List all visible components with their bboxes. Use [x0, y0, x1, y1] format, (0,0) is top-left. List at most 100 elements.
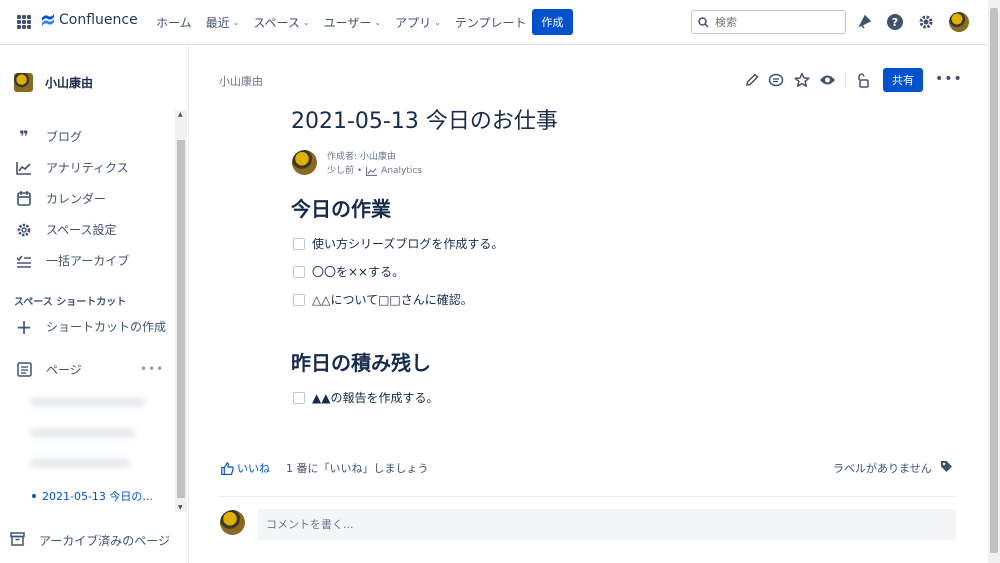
archived-pages-link[interactable]: アーカイブ済みのページ	[10, 532, 170, 549]
time-line: 少し前 •	[327, 166, 363, 176]
comments-divider	[219, 496, 956, 497]
sidebar-item-analytics[interactable]: アナリティクス	[16, 159, 129, 176]
nav-templates-label: テンプレート	[454, 16, 527, 30]
create-button[interactable]: 作成	[532, 9, 573, 35]
pages-icon	[16, 362, 32, 378]
author-avatar[interactable]	[292, 150, 317, 175]
confluence-logo[interactable]: Confluence	[41, 12, 138, 28]
add-shortcut-label: ショートカットの作成	[46, 320, 167, 334]
task-item: ▲▲の報告を作成する。	[293, 389, 438, 406]
section-heading: 今日の作業	[291, 197, 391, 221]
nav-users[interactable]: ユーザー ⌄	[324, 14, 381, 31]
page-scrollbar[interactable]	[988, 0, 1000, 563]
share-button[interactable]: 共有	[883, 68, 923, 92]
sidebar-item-label: カレンダー	[46, 192, 107, 206]
plus-icon: +	[15, 314, 33, 339]
more-actions-icon[interactable]: •••	[935, 71, 963, 87]
nav-users-label: ユーザー	[323, 16, 372, 30]
scroll-down-icon[interactable]: ▼	[178, 504, 183, 511]
search-input[interactable]	[715, 15, 835, 29]
sidebar-item-space-settings[interactable]: スペース設定	[16, 221, 117, 238]
restrictions-lock-icon[interactable]	[853, 71, 871, 89]
toolbar-divider	[845, 73, 846, 87]
nav-home-label: ホーム	[156, 16, 192, 30]
star-icon[interactable]	[793, 71, 811, 89]
sidebar-item-label: アナリティクス	[46, 161, 129, 175]
task-checkbox[interactable]	[293, 265, 305, 278]
thumbs-up-icon	[221, 461, 234, 475]
breadcrumb[interactable]: 小山康由	[219, 73, 263, 89]
task-text: ▲▲の報告を作成する。	[312, 391, 439, 405]
nav-apps[interactable]: アプリ ⌄	[395, 14, 441, 31]
top-navigation-bar: Confluence ホーム 最近 ⌄ スペース ⌄ ユーザー ⌄ アプリ ⌄ テンプレ…	[0, 0, 988, 45]
sidebar-item-bulk-archive[interactable]: 一括アーカイブ	[16, 252, 129, 269]
section-heading: 昨日の積み残し	[291, 351, 431, 375]
analytics-icon	[366, 166, 378, 176]
main-nav: ホーム 最近 ⌄ スペース ⌄ ユーザー ⌄ アプリ ⌄ テンプレート	[156, 14, 526, 31]
like-row: いいね 1 番に「いいね」しましょう	[221, 460, 429, 476]
chevron-down-icon: ⌄	[302, 18, 310, 27]
nav-spaces-label: スペース	[253, 16, 300, 30]
scroll-up-icon[interactable]: ▲	[178, 111, 183, 118]
pages-more-icon[interactable]: •••	[140, 362, 164, 376]
task-checkbox[interactable]	[293, 293, 305, 306]
gear-icon	[16, 222, 32, 238]
pages-label: ページ	[46, 363, 82, 377]
nav-spaces[interactable]: スペース ⌄	[253, 14, 309, 31]
blurred-page-item[interactable]	[30, 398, 145, 406]
blurred-page-item[interactable]	[30, 429, 135, 437]
task-text: 〇〇を××する。	[312, 265, 405, 279]
bullet-icon	[32, 494, 36, 498]
sidebar-item-calendar[interactable]: カレンダー	[16, 190, 106, 207]
quote-icon: ❞	[19, 127, 29, 146]
like-prompt: 1 番に「いいね」しましょう	[286, 462, 429, 475]
user-avatar[interactable]	[949, 12, 969, 32]
task-item: 使い方シリーズブログを作成する。	[293, 235, 503, 252]
add-shortcut-button[interactable]: + ショートカットの作成	[15, 314, 167, 339]
labels-text: ラベルがありません	[833, 462, 932, 475]
settings-gear-icon[interactable]	[916, 12, 936, 32]
search-icon	[698, 16, 709, 28]
nav-apps-label: アプリ	[395, 16, 432, 30]
chevron-down-icon: ⌄	[232, 18, 240, 27]
sidebar-item-label: スペース設定	[46, 223, 117, 237]
label-tag-icon[interactable]	[940, 460, 953, 476]
nav-templates[interactable]: テンプレート	[455, 14, 527, 31]
nav-recent[interactable]: 最近 ⌄	[206, 14, 240, 31]
commenter-avatar	[220, 510, 245, 535]
like-label: いいね	[237, 462, 270, 475]
sidebar-scrollbar[interactable]: ▲ ▼	[175, 110, 187, 512]
search-box[interactable]	[691, 10, 846, 34]
sidebar-scrollbar-thumb[interactable]	[177, 140, 185, 498]
comment-input[interactable]	[266, 518, 866, 531]
comment-icon[interactable]	[767, 71, 785, 89]
help-icon[interactable]: ?	[885, 12, 905, 32]
sidebar-item-label: 一括アーカイブ	[46, 254, 130, 268]
calendar-icon	[16, 191, 32, 207]
sidebar-item-label: ブログ	[46, 130, 83, 144]
task-checkbox[interactable]	[293, 237, 305, 250]
chevron-down-icon: ⌄	[434, 18, 441, 27]
sidebar-item-pages[interactable]: ページ	[16, 361, 82, 378]
chevron-down-icon: ⌄	[374, 18, 382, 27]
nav-home[interactable]: ホーム	[156, 14, 192, 31]
author-line[interactable]: 作成者: 小山康由	[327, 150, 422, 164]
edit-pencil-icon[interactable]	[743, 71, 761, 89]
space-header[interactable]: 小山康由	[14, 73, 93, 92]
blurred-page-item[interactable]	[30, 459, 130, 467]
task-checkbox[interactable]	[293, 391, 305, 404]
watch-eye-icon[interactable]	[818, 71, 836, 89]
labels-area: ラベルがありません	[833, 460, 953, 476]
app-switcher-icon[interactable]	[17, 15, 31, 29]
notifications-icon[interactable]	[855, 12, 875, 32]
page-tree-item-active[interactable]: 2021-05-13 今日の...	[32, 488, 153, 504]
shortcuts-heading: スペース ショートカット	[14, 297, 127, 308]
svg-text:?: ?	[892, 16, 898, 29]
chart-line-icon	[16, 160, 32, 176]
comment-box[interactable]	[258, 509, 956, 540]
sidebar-item-blog[interactable]: ❞ ブログ	[16, 127, 83, 146]
page-scrollbar-thumb[interactable]	[990, 8, 998, 553]
analytics-link[interactable]: Analytics	[381, 164, 422, 178]
like-button[interactable]: いいね	[221, 460, 270, 476]
nav-recent-label: 最近	[205, 16, 230, 30]
